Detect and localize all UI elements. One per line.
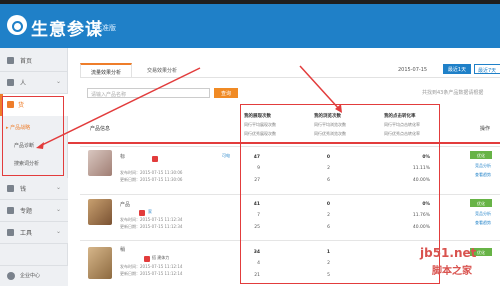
app-header: 生意参谋 标准版 (0, 4, 500, 48)
view-trend-link[interactable]: 查看趋势 (475, 172, 491, 178)
column-header-actions: 操作 (480, 126, 491, 132)
product-tag: 家 (148, 209, 152, 214)
chevron-down-icon: ⌄ (56, 228, 62, 235)
search-button[interactable]: 查询 (214, 88, 238, 98)
last-1-day-button[interactable]: 最近1天 (443, 64, 471, 74)
tag-icon (139, 210, 145, 216)
annotation-highlight-metrics (240, 104, 440, 284)
sidebar-item-label: 首页 (20, 58, 33, 65)
product-thumbnail[interactable] (88, 247, 112, 279)
product-name[interactable]: 标 (120, 153, 125, 160)
sidebar-item-topics[interactable]: 专题 ⌄ (0, 200, 68, 222)
sidebar-item-people[interactable]: 人 ⌄ (0, 72, 68, 94)
sidebar-item-home[interactable]: 首页 (0, 50, 68, 72)
watermark-site: jb51.net (420, 246, 477, 260)
product-tag: 搭 建体力 (152, 255, 170, 260)
gear-icon (7, 272, 15, 280)
product-update-time: 更新日期：2015-07-15 11:12:14 (120, 271, 183, 276)
product-publish-time: 发布时间：2015-07-15 11:30:06 (120, 170, 183, 175)
annotation-underline (68, 142, 500, 144)
product-name[interactable]: 稍 (120, 246, 125, 253)
sidebar-item-tools[interactable]: 工具 ⌄ (0, 222, 68, 244)
product-update-time: 更新日期：2015-07-15 11:12:34 (120, 224, 183, 229)
product-publish-time: 发布时间：2015-07-15 11:12:14 (120, 264, 183, 269)
optimize-button[interactable]: 优化 (470, 151, 492, 159)
sidebar-item-label: 工具 (20, 230, 33, 237)
last-7-days-button[interactable]: 最近7天 (474, 64, 500, 74)
app-edition: 标准版 (95, 24, 116, 32)
result-count: 共找到43条产品数据请根据 (422, 90, 484, 96)
sidebar-item-enterprise[interactable]: 企业中心 (0, 265, 68, 286)
tab-transaction-analysis[interactable]: 交易效果分析 (134, 63, 190, 77)
chevron-down-icon: ⌄ (56, 184, 62, 191)
product-name[interactable]: 产品 (120, 201, 130, 208)
product-thumbnail[interactable] (88, 199, 112, 225)
tools-icon (7, 229, 14, 236)
competitor-analysis-link[interactable]: 竞品分析 (475, 211, 491, 217)
sidebar-item-money[interactable]: 钱 ⌄ (0, 178, 68, 200)
app-title: 生意参谋 (31, 20, 103, 40)
chevron-down-icon: ⌄ (56, 78, 62, 85)
competitor-analysis-link[interactable]: 竞品分析 (475, 163, 491, 169)
logo-icon (7, 15, 27, 35)
sidebar-item-label: 人 (20, 80, 27, 87)
user-icon (7, 79, 14, 86)
topics-icon (7, 207, 14, 214)
home-icon (7, 57, 14, 64)
tab-traffic-analysis[interactable]: 流量效果分析 (80, 63, 132, 77)
tag-icon (152, 156, 158, 162)
column-header-product: 产品信息 (90, 126, 111, 132)
watermark-brand: 脚本之家 (432, 266, 472, 277)
date-label: 2015-07-15 (398, 67, 428, 73)
product-publish-time: 发布时间：2015-07-15 11:12:34 (120, 217, 183, 222)
product-search-input[interactable]: 请输入产品名称 (87, 88, 210, 98)
tab-divider (80, 77, 500, 78)
annotation-highlight-sidebar (2, 96, 64, 176)
money-icon (7, 185, 14, 192)
optimize-button[interactable]: 优化 (470, 199, 492, 207)
sidebar-item-label: 专题 (20, 208, 33, 215)
product-thumbnail[interactable] (88, 150, 112, 176)
product-update-time: 更新日期：2015-07-15 11:30:06 (120, 177, 183, 182)
view-trend-link[interactable]: 查看趋势 (475, 220, 491, 226)
sidebar-item-label: 企业中心 (20, 273, 41, 279)
tag-icon (144, 256, 150, 262)
sidebar-item-label: 钱 (20, 186, 27, 193)
product-tag: 可电 (222, 153, 230, 158)
chevron-down-icon: ⌄ (56, 206, 62, 213)
